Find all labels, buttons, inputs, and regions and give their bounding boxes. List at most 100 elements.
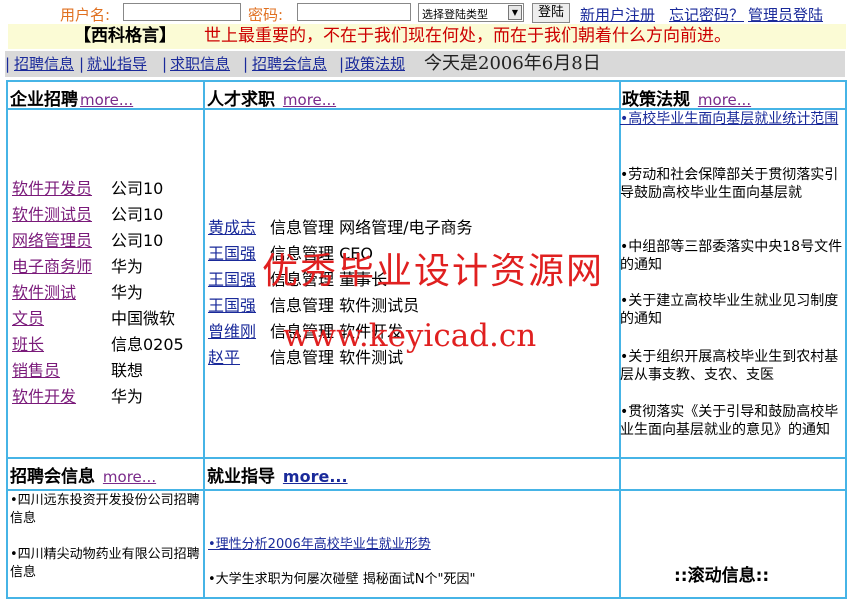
fair-text[interactable]: •四川远东投资开发投份公司招聘信息: [10, 493, 200, 526]
job-position-link[interactable]: 软件测试员: [12, 205, 92, 224]
list-item: 软件开发 华为: [12, 384, 143, 410]
policy-text[interactable]: •劳动和社会保障部关于贯彻落实引导鼓励高校毕业生面向基层就: [620, 167, 838, 201]
login-button[interactable]: 登陆: [532, 3, 570, 23]
motto-bar: 【西科格言】 世上最重要的，不在于我们现在何处，而在于我们朝着什么方向前进。: [8, 24, 846, 49]
guide-more-link[interactable]: more...: [283, 467, 348, 486]
job-position-link[interactable]: 软件测试: [12, 283, 76, 302]
policy-text[interactable]: •贯彻落实《关于引导和鼓励高校毕业生面向基层就业的意见》的通知: [620, 404, 838, 438]
job-company: 公司10: [111, 231, 164, 250]
nav-item-jobs[interactable]: 招聘信息: [14, 51, 74, 77]
seeker-name-link[interactable]: 黄成志: [208, 218, 256, 237]
list-item: 曾维刚 信息管理 软件开发: [208, 319, 403, 345]
list-item: 文员 中国微软: [12, 306, 175, 332]
jobs-more-link[interactable]: more...: [80, 91, 133, 109]
login-type-select[interactable]: 选择登陆类型 ▼: [418, 3, 524, 22]
list-item: •贯彻落实《关于引导和鼓励高校毕业生面向基层就业的意见》的通知: [620, 403, 846, 439]
watermark-title: 优秀毕业设计资源网: [262, 251, 605, 292]
list-item: 销售员 联想: [12, 358, 143, 384]
list-item: 王国强 信息管理 软件测试员: [208, 293, 419, 319]
today-date: 今天是2006年6月8日: [424, 53, 601, 74]
nav-separator: |: [339, 55, 345, 73]
guide-title-text: 就业指导: [207, 467, 275, 487]
list-item: 软件开发员 公司10: [12, 176, 163, 202]
seeker-detail: 信息管理 网络管理/电子商务: [270, 218, 473, 237]
job-company: 信息0205: [111, 335, 184, 354]
list-item: •中组部等三部委落实中央18号文件的通知: [620, 238, 846, 274]
fairs-title-text: 招聘会信息: [10, 467, 95, 487]
scroll-info-title: ::滚动信息::: [674, 566, 770, 586]
list-item: 网络管理员 公司10: [12, 228, 163, 254]
nav-item-fairs[interactable]: 招聘会信息: [252, 51, 327, 77]
seeker-name-link[interactable]: 王国强: [208, 244, 256, 263]
policy-more-link[interactable]: more...: [698, 91, 751, 109]
nav-separator: |: [5, 55, 11, 73]
job-position-link[interactable]: 软件开发: [12, 387, 76, 406]
job-company: 中国微软: [111, 309, 176, 328]
job-position-link[interactable]: 网络管理员: [12, 231, 92, 250]
seeker-name-link[interactable]: 赵平: [208, 348, 240, 367]
list-item: •四川精尖动物药业有限公司招聘信息: [10, 546, 202, 582]
list-item: •四川远东投资开发投份公司招聘信息: [10, 492, 202, 528]
nav-separator: |: [79, 55, 85, 73]
job-company: 公司10: [111, 205, 164, 224]
scroll-header-cell: [619, 457, 847, 491]
chevron-down-icon[interactable]: ▼: [508, 5, 522, 20]
job-company: 联想: [111, 361, 144, 380]
jobs-title-text: 企业招聘: [10, 90, 78, 110]
watermark-url: www.keyicad.cn: [283, 318, 537, 354]
guide-text[interactable]: •大学生求职为何屡次碰壁 揭秘面试N个"死因": [208, 572, 475, 587]
motto-title: 【西科格言】: [74, 26, 176, 46]
guide-link[interactable]: •理性分析2006年高校毕业生就业形势: [208, 537, 431, 552]
seeker-name-link[interactable]: 王国强: [208, 296, 256, 315]
forgot-password-link[interactable]: 忘记密码？: [669, 4, 744, 25]
nav-bar: | 招聘信息 | 就业指导 | 求职信息 | 招聘会信息 | 政策法规 今天是2…: [5, 51, 845, 77]
list-item: 软件测试 华为: [12, 280, 143, 306]
list-item: •大学生求职为何屡次碰壁 揭秘面试N个"死因": [208, 571, 618, 589]
password-label: 密码:: [248, 6, 284, 24]
list-item: 王国强 信息管理 董事长: [208, 267, 387, 293]
list-item: 班长 信息0205: [12, 332, 184, 358]
nav-separator: |: [162, 55, 168, 73]
job-company: 华为: [111, 283, 144, 302]
login-bar: 用户名: 密码: 选择登陆类型 ▼ 登陆 新用户注册 忘记密码？ 管理员登陆: [0, 0, 850, 26]
job-position-link[interactable]: 销售员: [12, 361, 60, 380]
job-position-link[interactable]: 班长: [12, 335, 44, 354]
login-type-value: 选择登陆类型: [422, 8, 488, 21]
seekers-title-text: 人才求职: [207, 90, 275, 110]
list-item: 电子商务师 华为: [12, 254, 143, 280]
policy-title-text: 政策法规: [622, 90, 690, 110]
job-company: 华为: [111, 257, 144, 276]
job-position-link[interactable]: 电子商务师: [12, 257, 92, 276]
seeker-name-link[interactable]: 王国强: [208, 270, 256, 289]
seekers-more-link[interactable]: more...: [283, 91, 336, 109]
policy-section-title: 政策法规 more...: [622, 85, 751, 110]
list-item: •关于组织开展高校毕业生到农村基层从事支教、支农、支医: [620, 348, 846, 384]
seekers-section-title: 人才求职 more...: [207, 85, 336, 110]
fairs-more-link[interactable]: more...: [103, 468, 156, 486]
list-item: •高校毕业生面向基层就业统计范围: [620, 110, 846, 128]
username-input[interactable]: [123, 3, 241, 21]
policy-text[interactable]: •关于建立高校毕业生就业见习制度的通知: [620, 293, 838, 327]
job-company: 华为: [111, 387, 144, 406]
job-position-link[interactable]: 文员: [12, 309, 44, 328]
admin-login-link[interactable]: 管理员登陆: [748, 4, 823, 25]
fair-text[interactable]: •四川精尖动物药业有限公司招聘信息: [10, 547, 200, 580]
register-link[interactable]: 新用户注册: [580, 4, 655, 25]
policy-link[interactable]: •高校毕业生面向基层就业统计范围: [620, 111, 838, 127]
job-company: 公司10: [111, 179, 164, 198]
fairs-section-title: 招聘会信息 more...: [10, 462, 156, 487]
job-position-link[interactable]: 软件开发员: [12, 179, 92, 198]
seeker-name-link[interactable]: 曾维刚: [208, 322, 256, 341]
list-item: •劳动和社会保障部关于贯彻落实引导鼓励高校毕业生面向基层就: [620, 166, 846, 202]
nav-item-seekers[interactable]: 求职信息: [170, 51, 230, 77]
guide-section-title: 就业指导 more...: [207, 462, 348, 487]
list-item: 王国强 信息管理 CEO: [208, 241, 373, 267]
jobs-section-title: 企业招聘 more...: [10, 85, 133, 110]
list-item: 软件测试员 公司10: [12, 202, 163, 228]
password-input[interactable]: [297, 3, 411, 21]
nav-item-policy[interactable]: 政策法规: [345, 51, 405, 77]
policy-text[interactable]: •关于组织开展高校毕业生到农村基层从事支教、支农、支医: [620, 349, 838, 383]
nav-item-guide[interactable]: 就业指导: [87, 51, 147, 77]
policy-text[interactable]: •中组部等三部委落实中央18号文件的通知: [620, 239, 842, 273]
seeker-detail: 信息管理 软件测试员: [270, 296, 420, 315]
